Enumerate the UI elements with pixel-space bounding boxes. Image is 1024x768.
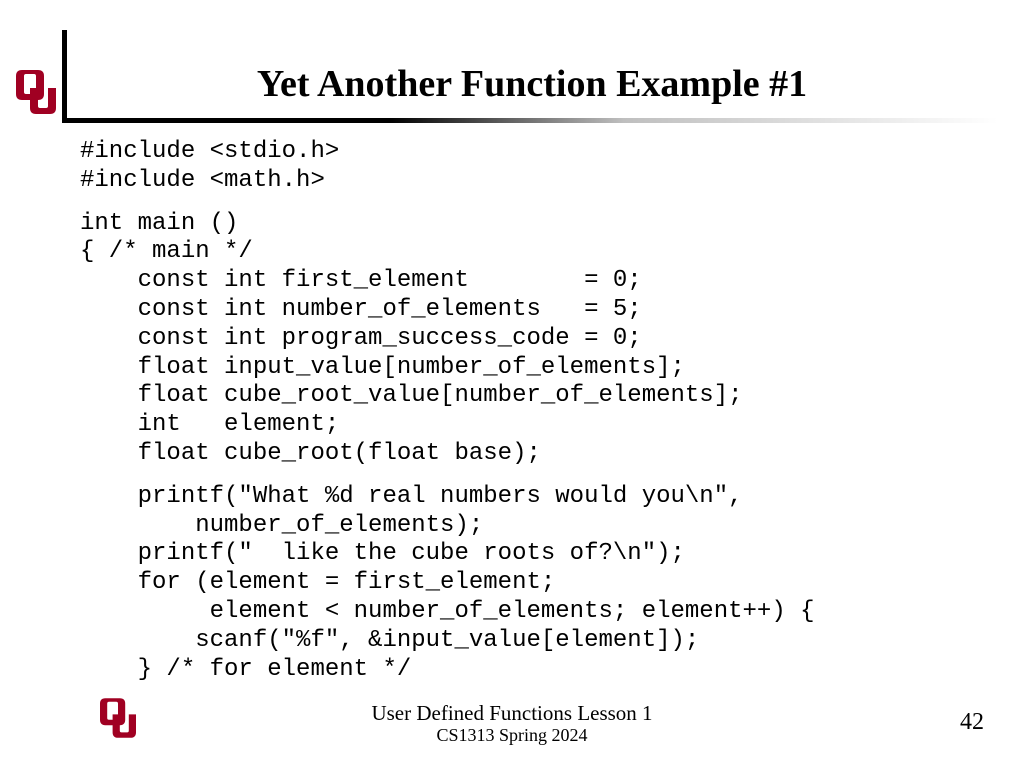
code-line: #include <math.h>	[80, 167, 325, 194]
code-line: { /* main */	[80, 238, 253, 265]
page-number: 42	[960, 709, 984, 736]
title-rule-vertical	[62, 30, 67, 122]
code-line: float input_value[number_of_elements];	[80, 354, 685, 381]
code-line: #include <stdio.h>	[80, 138, 339, 165]
code-block: #include <stdio.h> #include <math.h> int…	[80, 138, 815, 684]
code-line: float cube_root_value[number_of_elements…	[80, 382, 743, 409]
code-line: int main ()	[80, 210, 238, 237]
footer: User Defined Functions Lesson 1 CS1313 S…	[0, 701, 1024, 746]
code-gap	[80, 469, 815, 483]
code-line: printf(" like the cube roots of?\n");	[80, 540, 685, 567]
footer-subtitle: CS1313 Spring 2024	[0, 725, 1024, 746]
footer-title: User Defined Functions Lesson 1	[0, 701, 1024, 725]
code-line: element < number_of_elements; element++)…	[80, 598, 815, 625]
code-line: const int number_of_elements = 5;	[80, 296, 642, 323]
title-rule-horizontal	[62, 118, 998, 123]
code-line: printf("What %d real numbers would you\n…	[80, 483, 743, 510]
slide-title: Yet Another Function Example #1	[70, 62, 994, 106]
code-line: } /* for element */	[80, 656, 411, 683]
code-line: float cube_root(float base);	[80, 440, 541, 467]
code-line: const int first_element = 0;	[80, 267, 642, 294]
code-line: scanf("%f", &input_value[element]);	[80, 627, 699, 654]
code-line: int element;	[80, 411, 339, 438]
code-gap	[80, 196, 815, 210]
code-line: for (element = first_element;	[80, 569, 555, 596]
slide: Yet Another Function Example #1 #include…	[0, 0, 1024, 768]
ou-logo-top	[16, 68, 56, 121]
code-line: number_of_elements);	[80, 512, 483, 539]
code-line: const int program_success_code = 0;	[80, 325, 642, 352]
